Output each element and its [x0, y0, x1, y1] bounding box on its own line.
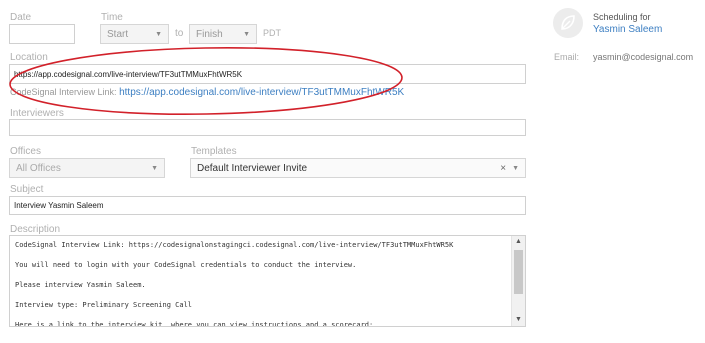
- clear-icon[interactable]: ×: [500, 163, 506, 174]
- caret-down-icon: ▼: [151, 164, 158, 172]
- avatar: [553, 8, 583, 38]
- templates-selected: Default Interviewer Invite: [197, 162, 308, 174]
- description-textarea[interactable]: CodeSignal Interview Link: https://codes…: [9, 235, 526, 327]
- subject-label: Subject: [10, 184, 44, 195]
- description-label: Description: [10, 224, 61, 235]
- description-scrollbar[interactable]: ▲ ▼: [511, 236, 525, 326]
- caret-down-icon: ▼: [512, 164, 519, 172]
- scheduling-for-label: Scheduling for: [593, 12, 651, 22]
- templates-label: Templates: [191, 146, 237, 157]
- candidate-name-link[interactable]: Yasmin Saleem: [593, 24, 662, 35]
- description-line: CodeSignal Interview Link: https://codes…: [15, 241, 454, 249]
- description-line: You will need to login with your CodeSig…: [15, 261, 357, 269]
- description-text: CodeSignal Interview Link: https://codes…: [15, 239, 509, 327]
- offices-selected: All Offices: [16, 162, 61, 174]
- scroll-up-icon[interactable]: ▲: [512, 237, 525, 247]
- description-line: Please interview Yasmin Saleem.: [15, 281, 146, 289]
- interviewers-input[interactable]: [9, 119, 526, 136]
- offices-select[interactable]: All Offices ▼: [9, 158, 165, 178]
- subject-input[interactable]: Interview Yasmin Saleem: [9, 196, 526, 215]
- description-line: Here is a link to the interview kit, whe…: [15, 321, 374, 327]
- offices-label: Offices: [10, 146, 41, 157]
- interviewers-label: Interviewers: [10, 108, 64, 119]
- scrollbar-thumb[interactable]: [514, 250, 523, 294]
- email-label: Email:: [554, 52, 580, 62]
- email-value: yasmin@codesignal.com: [593, 52, 694, 62]
- templates-select[interactable]: Default Interviewer Invite × ▼: [190, 158, 526, 178]
- scroll-down-icon[interactable]: ▼: [512, 315, 525, 325]
- leaf-icon: [561, 15, 575, 30]
- description-line: Interview type: Preliminary Screening Ca…: [15, 301, 193, 309]
